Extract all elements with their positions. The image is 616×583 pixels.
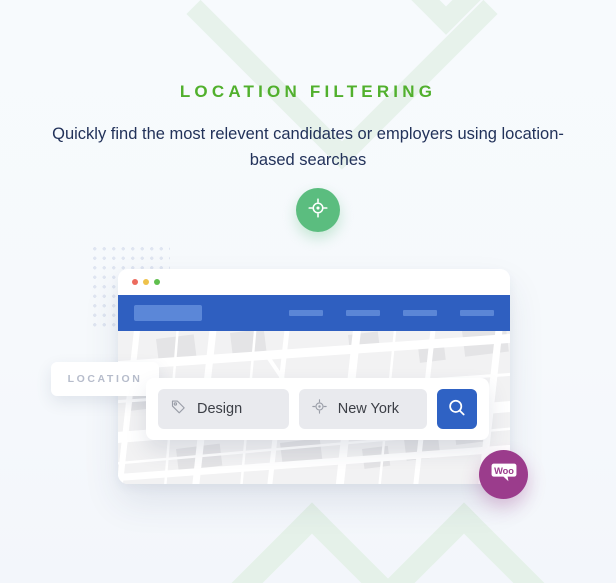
woocommerce-icon: Woo xyxy=(489,457,519,492)
location-chip: LOCATION xyxy=(51,362,159,396)
search-button[interactable] xyxy=(437,389,477,429)
section-subtitle: Quickly find the most relevent candidate… xyxy=(52,125,564,169)
woocommerce-badge[interactable]: Woo xyxy=(479,450,528,499)
location-chip-label: LOCATION xyxy=(67,373,143,385)
gps-badge xyxy=(296,188,340,232)
section-eyebrow: LOCATION FILTERING xyxy=(179,82,437,101)
location-field-value: New York xyxy=(337,401,399,417)
search-icon xyxy=(446,397,468,422)
page-root: LOCATION FILTERING Quickly find the most… xyxy=(0,0,616,583)
gps-crosshair-icon xyxy=(307,197,329,224)
navbar-links xyxy=(289,310,494,316)
woo-badge-label: Woo xyxy=(494,466,514,476)
nav-link-2[interactable] xyxy=(346,310,380,316)
browser-window-mockup xyxy=(118,269,510,484)
location-field[interactable]: New York xyxy=(298,389,428,429)
traffic-light-minimize-icon[interactable] xyxy=(143,279,149,285)
traffic-light-close-icon[interactable] xyxy=(132,279,138,285)
traffic-light-maximize-icon[interactable] xyxy=(154,279,160,285)
chevron-decoration-bottom-left xyxy=(204,502,420,583)
nav-link-1[interactable] xyxy=(289,310,323,316)
nav-link-3[interactable] xyxy=(403,310,437,316)
nav-link-4[interactable] xyxy=(460,310,494,316)
browser-titlebar xyxy=(118,269,510,295)
chevron-decoration-bottom-right xyxy=(356,502,572,583)
site-navbar xyxy=(118,295,510,331)
site-logo-placeholder[interactable] xyxy=(134,305,202,321)
chevron-decoration-top-right xyxy=(375,0,517,35)
woo-bubble-graphic: Woo xyxy=(491,463,516,482)
gps-crosshair-icon xyxy=(311,398,328,420)
keyword-field[interactable]: Design xyxy=(158,389,289,429)
keyword-field-value: Design xyxy=(197,401,243,417)
tag-icon xyxy=(170,398,187,420)
search-card: Design New York xyxy=(146,378,489,440)
